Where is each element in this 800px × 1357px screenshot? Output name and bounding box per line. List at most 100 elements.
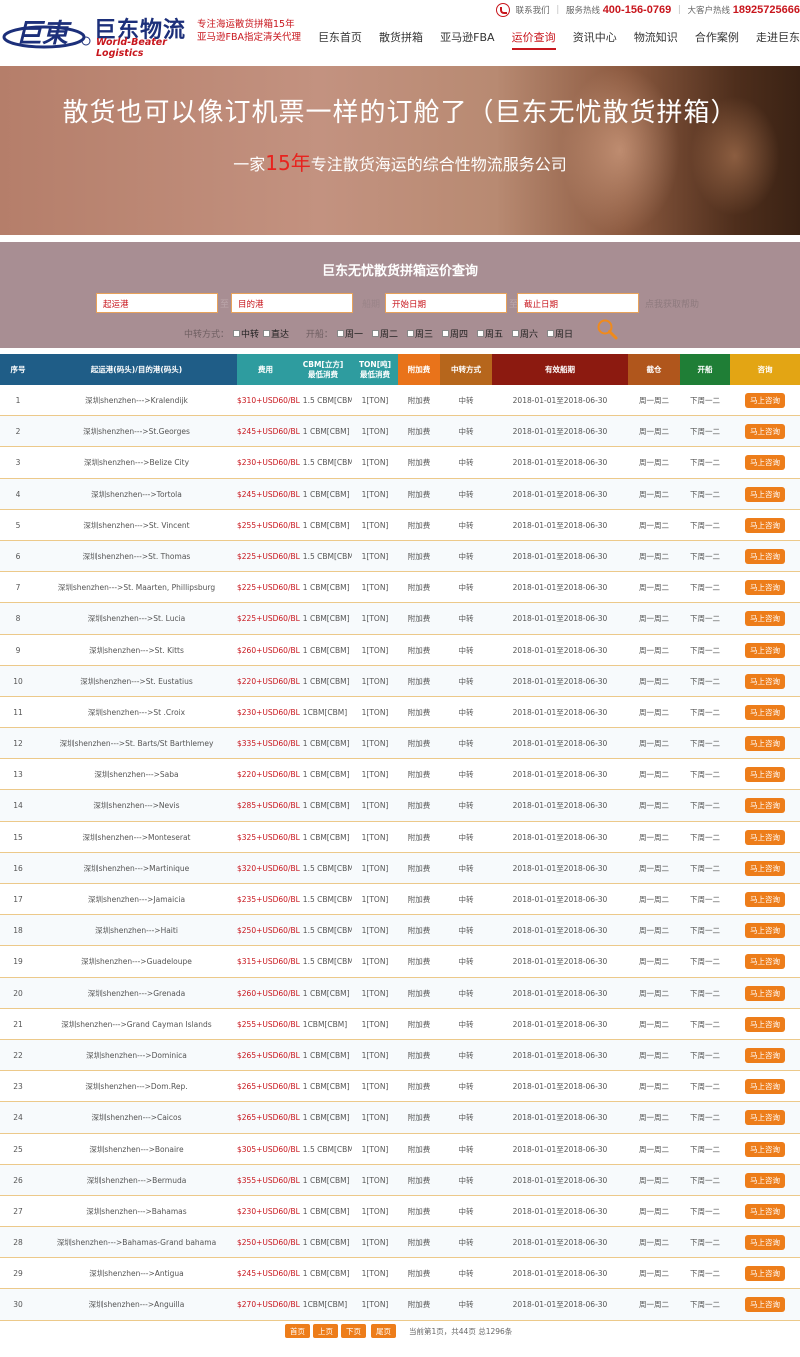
consult-button[interactable]: 马上咨询 [745,1079,785,1095]
fee-value: $255+USD60/BL [237,1019,300,1029]
cell-ton-min: 1[TON] [361,895,389,904]
transit-checkbox[interactable] [233,330,241,337]
consult-button[interactable]: 马上咨询 [745,985,785,1001]
consult-button[interactable]: 马上咨询 [745,829,785,845]
consult-button[interactable]: 马上咨询 [745,1110,785,1126]
consult-button[interactable]: 马上咨询 [745,1172,785,1188]
consult-button[interactable]: 马上咨询 [745,1016,785,1032]
consult-button[interactable]: 马上咨询 [745,798,785,814]
cell-valid-period: 2018-01-01至2018-06-30 [512,1019,608,1029]
start-date-input[interactable]: 开始日期 [385,293,507,313]
nav-item-cases[interactable]: 合作案例 [695,29,739,48]
cbm-min-value: 1.5 CBM[CBM] [302,458,352,468]
consult-button[interactable]: 马上咨询 [745,860,785,876]
consult-button[interactable]: 马上咨询 [745,455,785,471]
help-link[interactable]: 点我获取帮助 [645,297,699,310]
cell-fee: $285+USD60/BL 1 CBM[CBM] [237,790,352,821]
consult-button[interactable]: 马上咨询 [745,424,785,440]
day-checkbox-fri[interactable] [477,330,484,337]
col-header-valid: 有效船期 [492,354,628,385]
day-checkbox-sun[interactable] [547,330,555,337]
table-row: 25 深圳shenzhen--->Bonaire $305+USD60/BL 1.5 … [0,1133,800,1165]
search-icon[interactable] [596,318,618,340]
destination-port-input[interactable]: 目的港 [231,293,353,313]
cell-no: 11 [13,707,23,717]
day-checkbox-mon[interactable] [336,330,344,337]
cell-consult: 马上咨询 [730,541,800,572]
consult-button[interactable]: 马上咨询 [745,611,785,627]
consult-button[interactable]: 马上咨询 [745,704,785,720]
table-row: 13 深圳shenzhen--->Saba $220+USD60/BL 1 CBM[C… [0,759,800,791]
table-row: 8 深圳shenzhen--->St. Lucia $225+USD60/BL 1 C… [0,603,800,635]
rate-search-panel: 巨东无忧散货拼箱运价查询 起运港 至 目的港 船期 开始日期 至 截止日期 点我… [0,242,800,348]
top-contact-bar: 联系我们 | 服务热线 400-156-0769 | 大客户热线 1892572… [495,3,800,21]
cbm-min-value: 1CBM[CBM] [302,1300,348,1310]
consult-button[interactable]: 马上咨询 [745,923,785,939]
cell-valid-period: 2018-01-01至2018-06-30 [512,926,608,936]
origin-port-input[interactable]: 起运港 [96,293,218,313]
cbm-min-value: 1 CBM[CBM] [302,1269,350,1279]
nav-item-rate-query[interactable]: 运价查询 [511,29,556,50]
consult-button[interactable]: 马上咨询 [745,673,785,689]
nav-item-lcl[interactable]: 散货拼箱 [379,29,423,48]
consult-button[interactable]: 马上咨询 [745,1297,785,1313]
cbm-min-value: 1 CBM[CBM] [302,1113,350,1123]
consult-button[interactable]: 马上咨询 [745,580,785,596]
cell-surcharge: 附加费 [407,396,431,405]
col-header-cutoff: 截仓 [628,354,680,385]
cell-ton-min: 1[TON] [361,988,389,998]
day-checkbox-wed[interactable] [406,330,414,337]
main-nav: 巨东首页 散货拼箱 亚马逊FBA 运价查询 资讯中心 物流知识 合作案例 走进巨… [306,26,800,50]
consult-button[interactable]: 马上咨询 [745,548,785,564]
nav-item-amazon-fba[interactable]: 亚马逊FBA [440,29,494,48]
cell-surcharge: 附加费 [407,770,431,780]
consult-button[interactable]: 马上咨询 [745,1047,785,1063]
day-checkbox-thu[interactable] [441,330,449,337]
consult-button[interactable]: 马上咨询 [745,1235,785,1251]
cell-surcharge: 附加费 [407,1300,431,1310]
cell-surcharge: 附加费 [407,1206,431,1216]
cell-sailing: 下周一二 [690,957,720,967]
consult-button[interactable]: 马上咨询 [745,486,785,502]
cell-ton-min: 1[TON] [361,614,389,624]
nav-item-news[interactable]: 资讯中心 [573,29,617,48]
consult-button[interactable]: 马上咨询 [745,1141,785,1157]
consult-button[interactable]: 马上咨询 [745,954,785,970]
direct-checkbox[interactable] [263,330,271,337]
nav-item-about[interactable]: 走进巨东 [756,29,800,48]
consult-button[interactable]: 马上咨询 [745,1266,785,1282]
contact-us-link[interactable]: 联系我们 [516,6,550,16]
consult-button[interactable]: 马上咨询 [745,892,785,907]
consult-button[interactable]: 马上咨询 [745,393,785,408]
cell-surcharge: 附加费 [407,926,431,936]
consult-button[interactable]: 马上咨询 [745,517,785,533]
first-page-button[interactable]: 首页 [285,1324,310,1338]
fee-value: $245+USD60/BL [237,427,300,437]
site-logo[interactable]: 巨東 巨东物流 World-Beater Logistics [2,10,192,59]
cell-sailing: 下周一二 [690,1050,720,1060]
cell-surcharge: 附加费 [407,801,431,811]
cell-fee: $225+USD60/BL 1 CBM[CBM] [237,603,352,634]
cell-fee: $250+USD60/BL 1 CBM[CBM] [237,1227,352,1258]
prev-page-button[interactable]: 上页 [313,1324,338,1338]
day-checkbox-sat[interactable] [512,330,520,337]
cell-valid-period: 2018-01-01至2018-06-30 [512,1113,608,1123]
cell-no: 25 [13,1144,23,1154]
end-date-input[interactable]: 截止日期 [517,293,639,313]
table-row: 11 深圳shenzhen--->St .Croix $230+USD60/BL 1C… [0,696,800,729]
nav-item-home[interactable]: 巨东首页 [318,29,362,48]
table-row: 4 深圳shenzhen--->Tortola $245+USD60/BL 1 CBM… [0,478,800,510]
nav-item-knowledge[interactable]: 物流知识 [634,29,678,48]
consult-button[interactable]: 马上咨询 [745,642,785,658]
cell-route: 深圳shenzhen--->Jamaicia [87,895,186,904]
last-page-button[interactable]: 尾页 [371,1324,396,1338]
day-checkbox-tue[interactable] [371,330,379,337]
consult-button[interactable]: 马上咨询 [745,1203,785,1219]
consult-button[interactable]: 马上咨询 [745,767,785,783]
consult-button[interactable]: 马上咨询 [745,736,785,752]
cell-valid-period: 2018-01-01至2018-06-30 [512,1238,608,1248]
cell-sailing: 下周一二 [690,770,720,780]
cell-transit: 中转 [458,1144,474,1154]
next-page-button[interactable]: 下页 [341,1324,366,1338]
cbm-min-value: 1 CBM[CBM] [302,676,350,686]
